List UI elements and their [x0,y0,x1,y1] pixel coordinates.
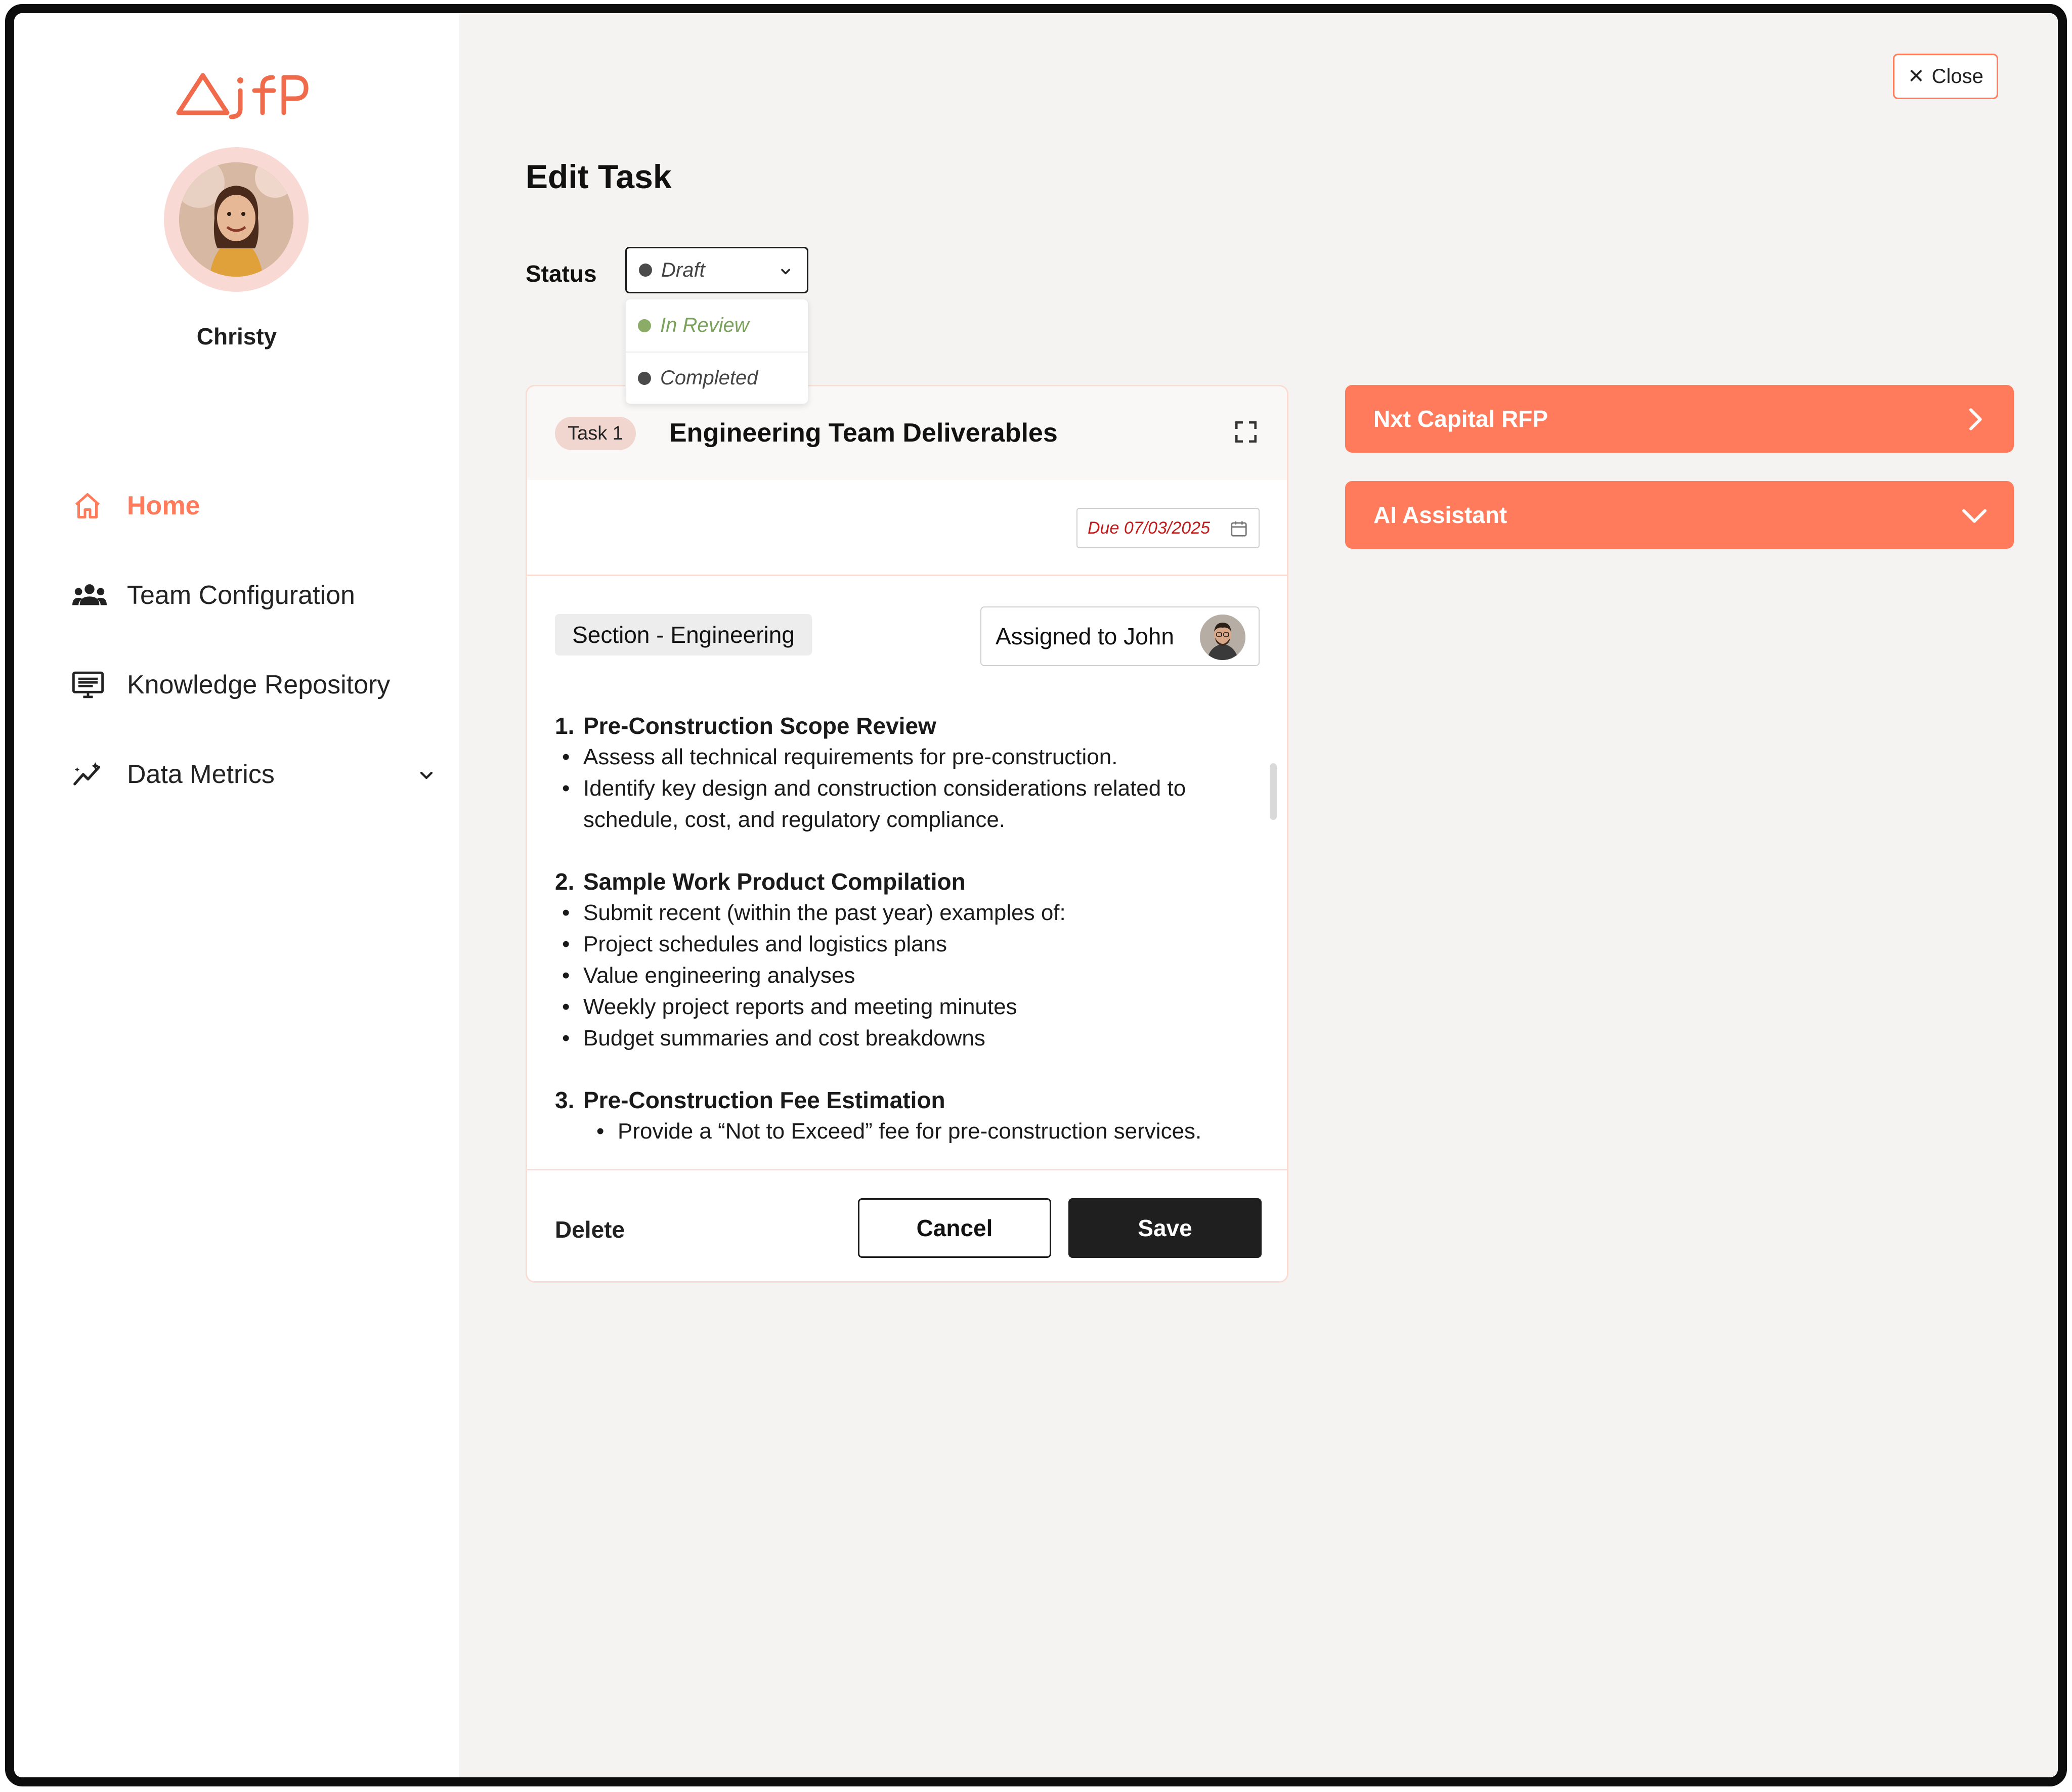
status-dropdown-menu: In Review Completed [625,299,808,404]
sidebar-item-team-configuration[interactable]: Team Configuration [72,573,437,663]
task-number-badge: Task 1 [555,417,636,450]
main-panel: ✕ Close Edit Task Status Draft Task 1 En… [459,13,2058,1777]
status-label: Status [526,260,597,287]
assignee-field[interactable]: Assigned to John [980,606,1260,666]
chevron-down-icon[interactable] [416,765,437,785]
sidebar-item-knowledge-repository[interactable]: Knowledge Repository [72,663,437,752]
close-icon: ✕ [1908,65,1925,88]
due-row: Due 07/03/2025 [527,480,1287,576]
user-name: Christy [196,323,277,349]
save-button[interactable]: Save [1068,1198,1262,1258]
repository-icon [72,669,113,701]
status-selected-value: Draft [661,258,705,281]
delete-button[interactable]: Delete [555,1216,625,1243]
task-item: 2. Sample Work Product Compilation Submit… [555,866,1253,1054]
app-window: Christy Home Team Configuration Knowledg… [5,4,2067,1786]
home-icon [72,490,113,522]
sidebar-item-label: Team Configuration [127,581,355,610]
aifp-logo [176,73,309,119]
list-item: Budget summaries and cost breakdowns [555,1023,1253,1054]
avatar [1200,615,1245,660]
task-title: Engineering Team Deliverables [669,418,1058,448]
panel-label: Nxt Capital RFP [1373,406,1548,432]
avatar[interactable] [179,162,293,277]
chevron-right-icon [1969,408,1982,430]
due-date-field[interactable]: Due 07/03/2025 [1076,508,1260,548]
expand-icon[interactable] [1233,419,1259,445]
status-dot [638,371,651,385]
task-item: 3. Pre-Construction Fee Estimation Provid… [555,1084,1253,1147]
due-date-value: Due 07/03/2025 [1088,518,1210,538]
task-item-heading: Pre-Construction Fee Estimation [583,1087,945,1113]
scrollbar[interactable] [1270,763,1277,820]
sidebar-item-label: Knowledge Repository [127,670,391,700]
sidebar-item-label: Home [127,491,200,520]
section-tag[interactable]: Section - Engineering [555,614,812,655]
panel-ai-assistant[interactable]: AI Assistant [1345,481,2014,549]
list-item: Provide a “Not to Exceed” fee for pre-co… [555,1116,1253,1147]
status-option-label: Completed [660,367,758,389]
sidebar-item-label: Data Metrics [127,760,275,789]
task-item-number: 2. [555,868,575,895]
status-select[interactable]: Draft [625,247,808,293]
sidebar-nav: Home Team Configuration Knowledge Reposi… [72,484,437,842]
close-button[interactable]: ✕ Close [1893,54,1998,99]
chevron-down-icon [1962,509,1987,523]
task-description: 1. Pre-Construction Scope Review Assess a… [555,710,1253,1177]
status-option-label: In Review [660,314,749,336]
metrics-icon [72,758,113,791]
panel-nxt-capital-rfp[interactable]: Nxt Capital RFP [1345,385,2014,453]
task-card: Task 1 Engineering Team Deliverables Due… [526,385,1288,1283]
status-dot [638,319,651,332]
task-item: 1. Pre-Construction Scope Review Assess a… [555,710,1253,836]
task-card-footer: Delete Cancel Save [527,1169,1287,1281]
status-dot [639,264,652,277]
list-item: Submit recent (within the past year) exa… [555,897,1253,929]
user-avatar-ring [164,147,309,292]
task-item-heading: Pre-Construction Scope Review [583,713,936,739]
status-option-completed[interactable]: Completed [626,352,808,404]
task-item-heading: Sample Work Product Compilation [583,868,966,895]
cancel-button[interactable]: Cancel [858,1198,1051,1258]
list-item: Assess all technical requirements for pr… [555,741,1253,773]
list-item: Value engineering analyses [555,960,1253,991]
list-item: Weekly project reports and meeting minut… [555,991,1253,1023]
close-label: Close [1931,65,1983,88]
panel-label: AI Assistant [1373,502,1507,528]
status-option-in-review[interactable]: In Review [626,299,808,352]
sidebar: Christy Home Team Configuration Knowledg… [14,13,459,1777]
sidebar-item-home[interactable]: Home [72,484,437,573]
chevron-down-icon [781,269,790,275]
list-item: Identify key design and construction con… [555,773,1253,836]
page-title: Edit Task [526,158,672,195]
team-icon [72,579,113,611]
task-item-number: 1. [555,713,575,739]
assignee-label: Assigned to John [996,623,1174,649]
list-item: Project schedules and logistics plans [555,929,1253,960]
sidebar-item-data-metrics[interactable]: Data Metrics [72,752,437,842]
task-item-number: 3. [555,1087,575,1113]
calendar-icon [1231,521,1247,537]
